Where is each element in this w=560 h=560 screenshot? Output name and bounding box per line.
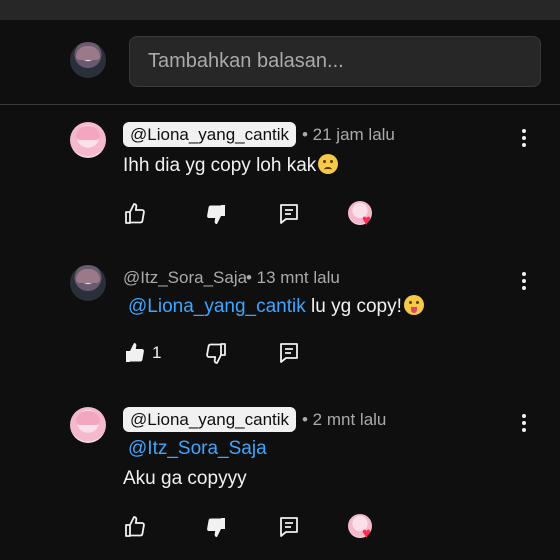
comment-reply-icon [280, 343, 298, 363]
reply-input[interactable]: Tambahkan balasan... [129, 36, 541, 87]
current-user-avatar [70, 42, 106, 78]
avatar[interactable] [70, 122, 106, 158]
like-button[interactable] [121, 200, 149, 228]
heart-icon: ♥ [362, 212, 371, 229]
dislike-button[interactable] [202, 200, 230, 228]
creator-heart-badge: ♥ [348, 201, 378, 231]
comment-timestamp: • 13 mnt lalu [246, 268, 340, 287]
thumbs-up-outline-icon [125, 203, 145, 224]
avatar[interactable] [70, 265, 106, 301]
avatar[interactable] [70, 407, 106, 443]
dislike-button[interactable] [202, 339, 230, 367]
reply-button[interactable] [275, 200, 303, 228]
thumbs-up-filled-icon [126, 343, 144, 362]
comment-reply-icon [280, 517, 298, 537]
dislike-button[interactable] [202, 513, 230, 541]
thumbs-down-filled-icon [207, 518, 225, 537]
divider [0, 104, 560, 105]
squinting-tongue-emoji [403, 295, 424, 315]
comment-author-chip[interactable]: @Liona_yang_cantik [123, 407, 297, 432]
comment-author-chip[interactable]: @Liona_yang_cantik [123, 122, 297, 147]
comment-author[interactable]: @Itz_Sora_Saja [123, 265, 247, 290]
more-options-icon[interactable] [516, 270, 532, 294]
thumbs-up-outline-icon [125, 516, 145, 537]
reply-compose-row: Tambahkan balasan... [0, 20, 560, 104]
heart-icon: ♥ [362, 525, 371, 542]
comment-reply-icon [280, 204, 298, 224]
mention-link[interactable]: @Itz_Sora_Saja [128, 438, 267, 459]
comment-timestamp: • 21 jam lalu [302, 125, 395, 144]
reply-button[interactable] [275, 513, 303, 541]
like-count: 1 [152, 343, 162, 362]
comment-text: @Liona_yang_cantik lu yg copy! [128, 293, 424, 321]
thumbs-down-outline-icon [206, 343, 226, 364]
like-button[interactable] [121, 339, 149, 367]
more-options-icon[interactable] [516, 127, 532, 151]
like-button[interactable] [121, 513, 149, 541]
comment-text: Aku ga copyyy [123, 468, 247, 489]
crying-face-emoji [318, 154, 339, 174]
more-options-icon[interactable] [516, 412, 532, 436]
creator-heart-badge: ♥ [348, 514, 378, 544]
thumbs-down-filled-icon [207, 205, 225, 224]
mention-line: @Itz_Sora_Saja [128, 435, 267, 463]
comment-timestamp: • 2 mnt lalu [302, 410, 387, 429]
top-bar [0, 0, 560, 20]
mention-link[interactable]: @Liona_yang_cantik [128, 296, 306, 317]
reply-button[interactable] [275, 339, 303, 367]
comment-text: Ihh dia yg copy loh kak [123, 152, 339, 180]
